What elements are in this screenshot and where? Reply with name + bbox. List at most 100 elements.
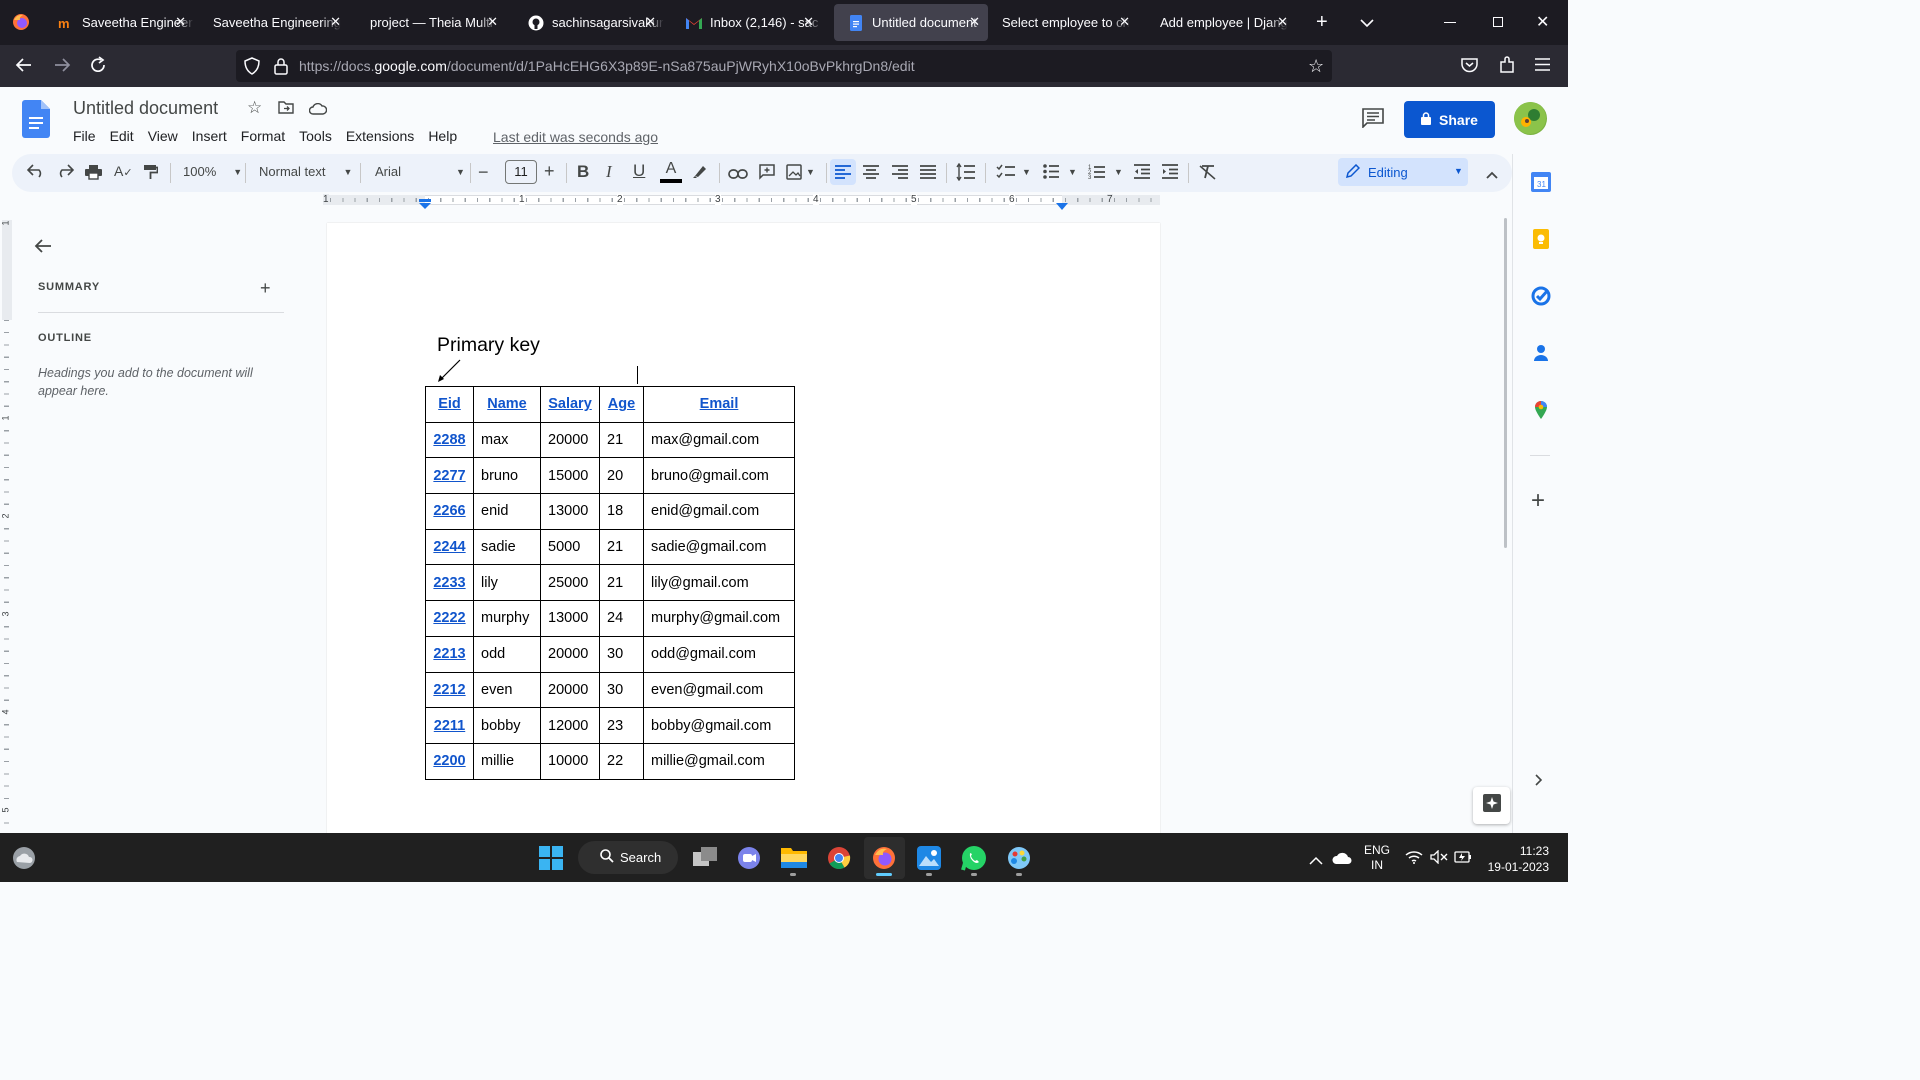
bulleted-list-icon[interactable] [1043,164,1059,184]
highlight-color-icon[interactable] [692,163,708,184]
insert-link-icon[interactable] [728,166,748,184]
cell-eid[interactable]: 2277 [425,457,474,495]
start-button[interactable] [539,846,563,875]
italic-icon[interactable]: I [606,162,612,182]
cell-salary[interactable]: 15000 [540,457,600,495]
cell-salary[interactable]: 20000 [540,635,600,673]
hide-menus-chevron-up-icon[interactable] [1486,166,1498,184]
show-hidden-icons-chevron-icon[interactable] [1309,852,1323,870]
cell-email[interactable]: bruno@gmail.com [643,457,795,495]
close-tab-icon[interactable]: ✕ [969,14,980,30]
language-indicator[interactable]: ENG IN [1364,843,1390,873]
numbered-list-chevron-down-icon[interactable]: ▼ [1114,167,1123,177]
clear-formatting-icon[interactable] [1199,164,1216,185]
menu-insert[interactable]: Insert [192,128,227,144]
cell-name[interactable]: bobby [473,707,541,744]
browser-tab[interactable]: Inbox (2,146) - sac ✕ [672,4,822,41]
share-button[interactable]: Share [1404,101,1495,138]
browser-tab[interactable]: Untitled document ✕ [834,4,988,41]
align-right-icon[interactable] [892,165,908,184]
avatar[interactable] [1514,102,1547,135]
cell-name[interactable]: max [473,421,541,459]
comments-icon[interactable] [1362,108,1384,133]
weather-icon[interactable] [12,846,36,875]
cell-name[interactable]: bruno [473,457,541,495]
underline-icon[interactable]: U [633,161,645,181]
document-title[interactable]: Untitled document [73,98,218,119]
line-spacing-icon[interactable] [956,162,975,186]
justify-icon[interactable] [920,165,936,184]
print-icon[interactable] [85,164,102,185]
volume-muted-icon[interactable] [1430,849,1448,869]
bookmark-star-icon[interactable]: ☆ [1308,56,1324,77]
taskbar-search-box[interactable]: Search [578,841,678,874]
close-outline-back-icon[interactable] [34,238,52,259]
menu-format[interactable]: Format [241,128,285,144]
keep-icon[interactable] [1531,229,1551,249]
close-tab-icon[interactable]: ✕ [330,14,341,30]
cloud-status-icon[interactable] [308,102,328,120]
docs-logo-icon[interactable] [22,100,50,143]
cell-name[interactable]: odd [473,635,541,673]
cell-salary[interactable]: 20000 [540,671,600,709]
undo-icon[interactable] [26,164,45,183]
cell-age[interactable]: 30 [599,671,644,709]
redo-icon[interactable] [56,164,75,183]
align-center-icon[interactable] [863,165,879,184]
browser-tab[interactable]: m Saveetha Engineer ✕ [44,4,194,41]
align-left-icon[interactable] [830,159,856,185]
cell-name[interactable]: millie [473,742,541,780]
battery-icon[interactable] [1454,850,1472,869]
teams-chat-icon[interactable] [737,846,761,875]
cell-salary[interactable]: 25000 [540,564,600,602]
menu-view[interactable]: View [148,128,178,144]
chrome-icon[interactable] [827,846,851,875]
cell-email[interactable]: bobby@gmail.com [643,707,795,744]
cell-age[interactable]: 22 [599,742,644,780]
minimize-window-button[interactable] [1444,22,1456,23]
task-view-icon[interactable] [693,846,717,873]
bold-icon[interactable]: B [577,162,589,182]
last-edit-link[interactable]: Last edit was seconds ago [493,129,658,145]
font-size-input[interactable]: 11 [505,160,537,184]
lock-icon[interactable] [274,57,288,78]
cell-eid[interactable]: 2222 [425,600,474,637]
header-age[interactable]: Age [599,386,644,423]
spellcheck-icon[interactable]: A✓ [114,163,133,179]
editing-mode-select[interactable]: Editing ▼ [1338,158,1468,186]
close-tab-icon[interactable]: ✕ [175,14,186,30]
cell-email[interactable]: even@gmail.com [643,671,795,709]
vertical-ruler[interactable]: 1 1 2 3 4 5 [0,208,14,833]
decrease-indent-icon[interactable] [1134,164,1150,184]
cell-email[interactable]: murphy@gmail.com [643,600,795,637]
reload-icon[interactable] [89,56,107,79]
wifi-icon[interactable] [1405,850,1423,869]
cell-salary[interactable]: 5000 [540,528,600,566]
restore-window-button[interactable] [1493,17,1503,27]
cell-salary[interactable]: 13000 [540,493,600,530]
cell-email[interactable]: lily@gmail.com [643,564,795,602]
close-tab-icon[interactable]: ✕ [645,14,656,30]
cell-eid[interactable]: 2288 [425,421,474,459]
explore-button[interactable] [1473,787,1510,824]
add-summary-button[interactable]: + [260,278,271,299]
tracking-protection-icon[interactable] [244,57,260,78]
cell-email[interactable]: millie@gmail.com [643,742,795,780]
cell-salary[interactable]: 13000 [540,600,600,637]
cell-age[interactable]: 18 [599,493,644,530]
cell-age[interactable]: 21 [599,528,644,566]
zoom-select[interactable]: 100% ▼ [183,164,242,179]
cell-eid[interactable]: 2244 [425,528,474,566]
cell-eid[interactable]: 2212 [425,671,474,709]
header-email[interactable]: Email [643,386,795,423]
new-tab-button[interactable]: + [1316,11,1328,34]
cell-age[interactable]: 24 [599,600,644,637]
star-icon[interactable]: ☆ [247,98,262,118]
checklist-chevron-down-icon[interactable]: ▼ [1022,167,1031,177]
calendar-icon[interactable]: 31 [1531,172,1551,192]
increase-font-size-button[interactable]: + [544,161,555,182]
whatsapp-icon[interactable] [961,845,987,876]
browser-tab[interactable]: Add employee | Djang ✕ [1146,4,1296,41]
get-addons-plus-icon[interactable]: + [1531,489,1545,513]
paint-format-icon[interactable] [143,164,159,185]
